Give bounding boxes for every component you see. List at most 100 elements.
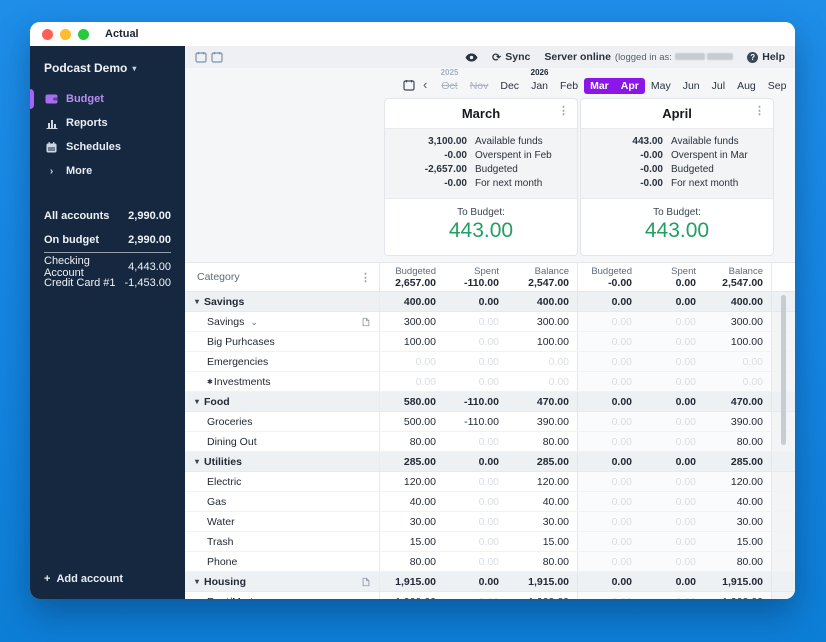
month-nav-item-dec[interactable]: Dec — [494, 68, 525, 94]
budget-amount-cell[interactable]: 300.00 — [704, 312, 772, 331]
budget-amount-cell[interactable]: 0.00 — [640, 372, 704, 391]
summary-amount[interactable]: -0.00 — [395, 149, 467, 163]
budget-amount-cell[interactable]: 120.00 — [704, 472, 772, 491]
budget-amount-cell[interactable]: 390.00 — [704, 412, 772, 431]
to-budget-amount[interactable]: 443.00 — [581, 219, 773, 243]
budget-amount-cell[interactable]: 80.00 — [704, 432, 772, 451]
budget-amount-cell[interactable]: 80.00 — [380, 552, 444, 571]
next-month-button[interactable]: › — [792, 78, 795, 92]
budget-amount-cell[interactable]: 0.00 — [640, 312, 704, 331]
budget-amount-cell[interactable]: 0.00 — [640, 492, 704, 511]
budget-amount-cell[interactable]: 0.00 — [640, 532, 704, 551]
month-menu-icon[interactable]: ⋮ — [754, 106, 765, 117]
budget-amount-cell[interactable]: 285.00 — [507, 452, 578, 471]
on-budget-row[interactable]: On budget 2,990.00 — [30, 231, 185, 249]
budget-amount-cell[interactable]: 470.00 — [507, 392, 578, 411]
month-nav-item-nov[interactable]: Nov — [464, 68, 495, 94]
budget-amount-cell[interactable]: 0.00 — [578, 432, 640, 451]
sync-button[interactable]: ⟳ Sync — [492, 51, 530, 64]
summary-amount[interactable]: -0.00 — [591, 177, 663, 191]
budget-amount-cell[interactable]: 0.00 — [380, 372, 444, 391]
collapse-icon[interactable]: ▾ — [195, 457, 199, 466]
budget-amount-cell[interactable]: 0.00 — [640, 512, 704, 531]
category-cell[interactable]: Dining Out — [185, 432, 380, 451]
month-nav-item-mar[interactable]: Mar — [584, 68, 615, 94]
budget-amount-cell[interactable]: 100.00 — [704, 332, 772, 351]
collapse-icon[interactable]: ▾ — [195, 397, 199, 406]
workspace-switcher[interactable]: Podcast Demo ▾ — [44, 61, 171, 75]
budget-amount-cell[interactable]: 80.00 — [380, 432, 444, 451]
budget-amount-cell[interactable]: -110.00 — [444, 412, 507, 431]
collapse-icon[interactable]: ▾ — [195, 577, 199, 586]
multi-month-view-button[interactable] — [211, 51, 223, 63]
budget-amount-cell[interactable]: 470.00 — [704, 392, 772, 411]
budget-amount-cell[interactable]: 400.00 — [704, 292, 772, 311]
to-budget-amount[interactable]: 443.00 — [385, 219, 577, 243]
budget-amount-cell[interactable]: 285.00 — [704, 452, 772, 471]
budget-amount-cell[interactable]: 400.00 — [380, 292, 444, 311]
budget-amount-cell[interactable]: 0.00 — [444, 592, 507, 599]
add-account-button[interactable]: + Add account — [30, 573, 185, 599]
budget-amount-cell[interactable]: 30.00 — [380, 512, 444, 531]
budget-amount-cell[interactable]: 0.00 — [578, 292, 640, 311]
budget-amount-cell[interactable]: 1,900.00 — [380, 592, 444, 599]
budget-amount-cell[interactable]: 0.00 — [578, 572, 640, 591]
minimize-window-button[interactable] — [60, 29, 71, 40]
category-cell[interactable]: ▾Housing — [185, 572, 380, 591]
budget-amount-cell[interactable]: 0.00 — [640, 352, 704, 371]
category-cell[interactable]: ▾Utilities — [185, 452, 380, 471]
account-row[interactable]: Checking Account 4,443.00 — [30, 259, 185, 275]
budget-amount-cell[interactable]: 0.00 — [640, 592, 704, 599]
budget-amount-cell[interactable]: 0.00 — [444, 492, 507, 511]
budget-amount-cell[interactable]: 0.00 — [444, 552, 507, 571]
summary-amount[interactable]: -2,657.00 — [395, 163, 467, 177]
budget-amount-cell[interactable]: 1,900.00 — [704, 592, 772, 599]
chevron-down-icon[interactable]: ⌄ — [250, 319, 258, 325]
budget-amount-cell[interactable]: 0.00 — [380, 352, 444, 371]
budget-amount-cell[interactable]: 0.00 — [640, 472, 704, 491]
budget-amount-cell[interactable]: 15.00 — [507, 532, 578, 551]
category-cell[interactable]: Water — [185, 512, 380, 531]
budget-amount-cell[interactable]: 0.00 — [444, 452, 507, 471]
category-cell[interactable]: Groceries — [185, 412, 380, 431]
privacy-eye-icon[interactable] — [465, 53, 478, 62]
sidebar-item-schedules[interactable]: Schedules — [30, 135, 185, 159]
budget-amount-cell[interactable]: 0.00 — [578, 392, 640, 411]
category-cell[interactable]: Rent/Mortgage — [185, 592, 380, 599]
summary-amount[interactable]: -0.00 — [591, 149, 663, 163]
category-cell[interactable]: Gas — [185, 492, 380, 511]
budget-amount-cell[interactable]: 40.00 — [380, 492, 444, 511]
column-header-budgeted-april[interactable]: Budgeted-0.00 — [578, 263, 640, 291]
budget-amount-cell[interactable]: 0.00 — [578, 332, 640, 351]
budget-amount-cell[interactable]: 0.00 — [444, 352, 507, 371]
month-menu-icon[interactable]: ⋮ — [558, 106, 569, 117]
summary-amount[interactable]: 443.00 — [591, 135, 663, 149]
budget-amount-cell[interactable]: 300.00 — [380, 312, 444, 331]
budget-amount-cell[interactable]: 0.00 — [507, 352, 578, 371]
budget-amount-cell[interactable]: 500.00 — [380, 412, 444, 431]
budget-amount-cell[interactable]: 390.00 — [507, 412, 578, 431]
budget-amount-cell[interactable]: 0.00 — [444, 332, 507, 351]
month-nav-item-may[interactable]: May — [645, 68, 677, 94]
budget-amount-cell[interactable]: 0.00 — [640, 392, 704, 411]
month-picker-button[interactable] — [403, 79, 415, 91]
budget-amount-cell[interactable]: 0.00 — [704, 372, 772, 391]
category-menu-icon[interactable]: ⋮ — [360, 271, 371, 284]
category-cell[interactable]: Emergencies — [185, 352, 380, 371]
budget-amount-cell[interactable]: 1,900.00 — [507, 592, 578, 599]
budget-amount-cell[interactable]: 0.00 — [578, 412, 640, 431]
sidebar-item-more[interactable]: › More — [30, 159, 185, 183]
budget-amount-cell[interactable]: 0.00 — [444, 372, 507, 391]
budget-amount-cell[interactable]: 0.00 — [444, 512, 507, 531]
budget-amount-cell[interactable]: -110.00 — [444, 392, 507, 411]
category-cell[interactable]: Savings⌄ — [185, 312, 380, 331]
month-nav-item-sep[interactable]: Sep — [762, 68, 793, 94]
budget-amount-cell[interactable]: 0.00 — [640, 332, 704, 351]
summary-amount[interactable]: -0.00 — [591, 163, 663, 177]
category-cell[interactable]: Trash — [185, 532, 380, 551]
previous-month-button[interactable]: ‹ — [415, 78, 435, 92]
budget-amount-cell[interactable]: 40.00 — [704, 492, 772, 511]
budget-amount-cell[interactable]: 1,915.00 — [704, 572, 772, 591]
category-cell[interactable]: Electric — [185, 472, 380, 491]
budget-amount-cell[interactable]: 285.00 — [380, 452, 444, 471]
